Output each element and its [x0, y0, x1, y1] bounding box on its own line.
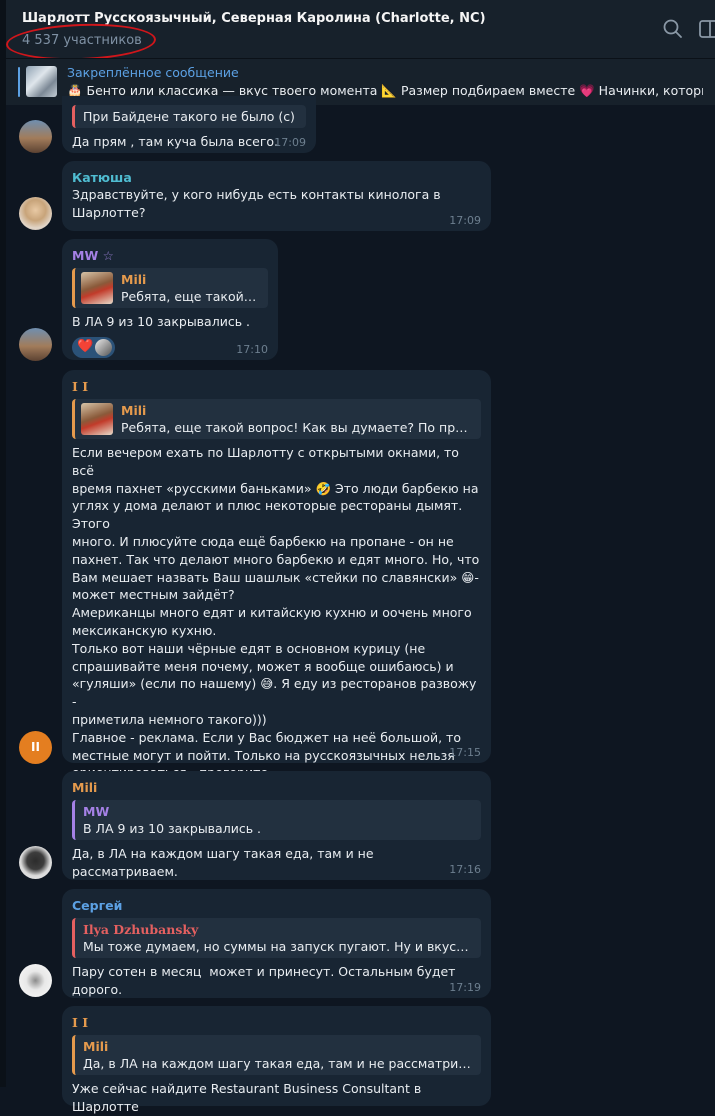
reply-quote[interactable]: Ilya Dzhubansky Мы тоже думаем, но суммы…: [72, 918, 481, 958]
avatar[interactable]: [19, 328, 52, 361]
message-bubble[interactable]: Сергей Ilya Dzhubansky Мы тоже думаем, н…: [62, 889, 491, 998]
reply-quote[interactable]: MW В ЛА 9 из 10 закрывались .: [72, 800, 481, 840]
message-text: Да прям , там куча была всего.: [72, 134, 279, 149]
avatar[interactable]: [19, 964, 52, 997]
message-text: Если вечером ехать по Шарлотту с открыты…: [72, 445, 480, 780]
reply-quote[interactable]: При Байдене такого не было (с): [72, 105, 306, 128]
reaction-heart[interactable]: ❤️: [72, 336, 116, 358]
reply-quote[interactable]: Mili Ребята, еще такой во...: [72, 268, 268, 308]
message-time: 17:10: [236, 343, 268, 356]
message-time: 17:09: [449, 214, 481, 227]
message-text: Уже сейчас найдите Restaurant Business C…: [72, 1081, 426, 1114]
message-text: В ЛА 9 из 10 закрывались .: [72, 314, 251, 329]
message-text: Пару сотен в месяц может и принесут. Ост…: [72, 964, 460, 997]
sender-name[interactable]: Mili: [72, 779, 481, 796]
star-badge-icon: ☆: [102, 248, 114, 263]
sender-name[interactable]: I I: [72, 1014, 481, 1031]
reply-quote[interactable]: Mili Да, в ЛА на каждом шагу такая еда, …: [72, 1035, 481, 1075]
reply-quote[interactable]: Mili Ребята, еще такой вопрос! Как вы ду…: [72, 399, 481, 439]
heart-icon: ❤️: [77, 339, 94, 355]
avatar[interactable]: [19, 197, 52, 230]
sender-name[interactable]: MW ☆: [72, 247, 268, 264]
message-time: 17:09: [274, 136, 306, 149]
sender-name[interactable]: Катюша: [72, 169, 481, 186]
chat-header[interactable]: Шарлотт Русскоязычный, Северная Каролина…: [0, 0, 715, 63]
pinned-title: Закреплённое сообщение: [67, 65, 239, 80]
message-time: 17:19: [449, 981, 481, 994]
reply-thumbnail: [81, 272, 113, 304]
avatar[interactable]: [19, 120, 52, 153]
message-text: Да, в ЛА на каждом шагу такая еда, там и…: [72, 846, 378, 879]
sender-name-text: MW: [72, 248, 99, 263]
reactor-avatar: [95, 338, 113, 356]
red-annotation-circle: [5, 21, 157, 63]
reply-author: Mili: [121, 272, 147, 287]
sender-name[interactable]: I I: [72, 378, 481, 395]
sender-name[interactable]: Сергей: [72, 897, 481, 914]
window-left-edge: [0, 105, 6, 1087]
message-text: Здравствуйте, у кого нибудь есть контакт…: [72, 187, 441, 220]
search-icon[interactable]: [662, 18, 684, 40]
message-bubble[interactable]: При Байдене такого не было (с) Да прям ,…: [62, 96, 316, 153]
message-time: 17:16: [449, 863, 481, 876]
pinned-thumbnail: [26, 66, 57, 97]
reply-text: В ЛА 9 из 10 закрывались .: [83, 821, 262, 836]
reply-author: Mili: [83, 1039, 109, 1054]
reply-text: Ребята, еще такой вопрос! Как вы думаете…: [121, 420, 473, 435]
reply-text: Ребята, еще такой во...: [121, 289, 260, 304]
pinned-indicator: [18, 67, 20, 97]
message-bubble[interactable]: Mili MW В ЛА 9 из 10 закрывались . Да, в…: [62, 771, 491, 880]
avatar[interactable]: II: [19, 731, 52, 764]
reply-thumbnail: [81, 403, 113, 435]
reply-text: Мы тоже думаем, но суммы на запуск пугаю…: [83, 939, 473, 954]
reply-author: Mili: [121, 403, 147, 418]
reply-author: Ilya Dzhubansky: [83, 922, 199, 937]
reply-text: При Байдене такого не было (с): [83, 109, 295, 124]
message-bubble[interactable]: I I Mili Да, в ЛА на каждом шагу такая е…: [62, 1006, 491, 1114]
message-bubble[interactable]: MW ☆ Mili Ребята, еще такой во... В ЛА 9…: [62, 239, 278, 360]
message-bubble[interactable]: Катюша Здравствуйте, у кого нибудь есть …: [62, 161, 491, 231]
reply-author: MW: [83, 804, 110, 819]
sidebar-toggle-icon[interactable]: [698, 18, 715, 40]
avatar[interactable]: [19, 846, 52, 879]
reply-text: Да, в ЛА на каждом шагу такая еда, там и…: [83, 1056, 473, 1071]
message-time: 17:15: [449, 746, 481, 759]
message-bubble[interactable]: I I Mili Ребята, еще такой вопрос! Как в…: [62, 370, 491, 810]
